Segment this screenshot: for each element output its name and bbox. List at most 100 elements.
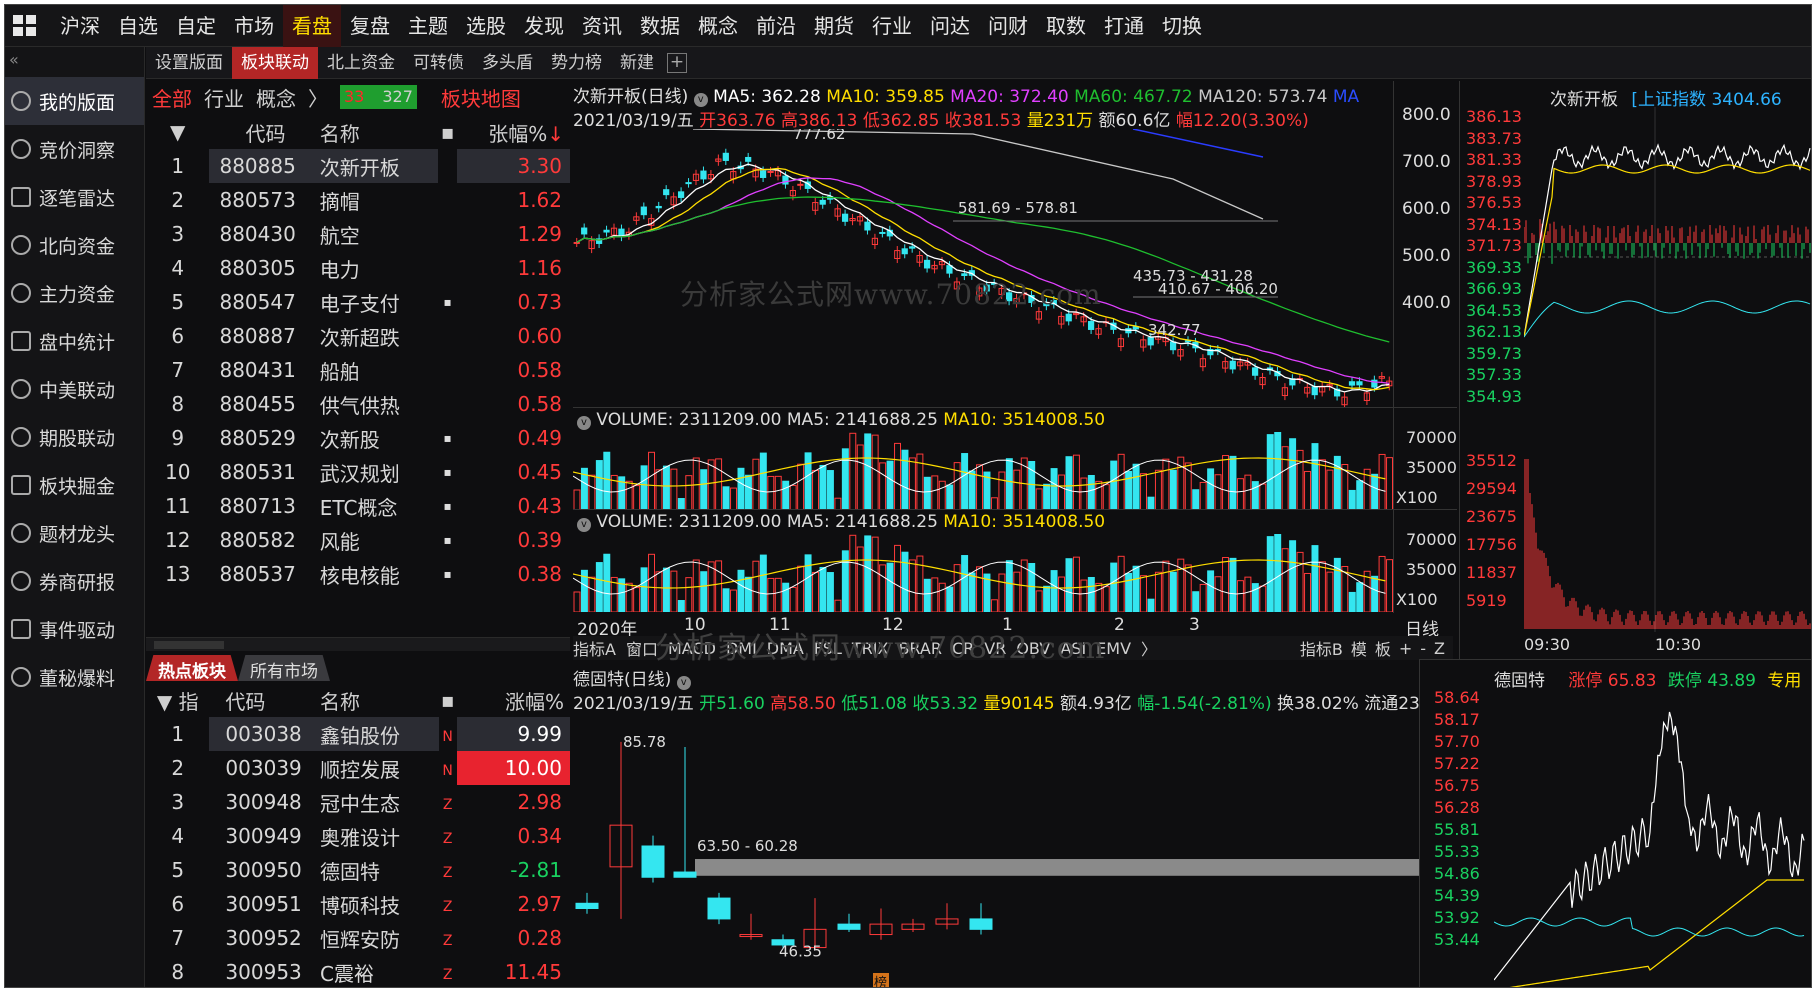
table-row[interactable]: 1 880885 次新开板 3.30	[146, 149, 570, 183]
menu-item-10[interactable]: 数据	[631, 5, 689, 47]
layout-tab-0[interactable]: 设置版面	[146, 47, 232, 79]
sidebar-item-0[interactable]: 我的版面	[5, 77, 144, 125]
sidebar-item-3[interactable]: 北向资金	[5, 221, 144, 269]
sidebar-item-9[interactable]: 题材龙头	[5, 509, 144, 557]
indicator-ctrl-4[interactable]: -	[1420, 639, 1426, 658]
sort-toggle-icon[interactable]: ▼	[146, 115, 209, 149]
col-name[interactable]: 名称	[314, 115, 439, 149]
sector-map-link[interactable]: 板块地图	[435, 83, 527, 112]
chevron-down-icon[interactable]: v	[676, 676, 691, 690]
menu-item-7[interactable]: 选股	[457, 5, 515, 47]
sidebar-item-7[interactable]: 期股联动	[5, 413, 144, 461]
layout-tab-3[interactable]: 可转债	[404, 47, 473, 79]
menu-item-18[interactable]: 打通	[1095, 5, 1153, 47]
menu-item-8[interactable]: 发现	[515, 5, 573, 47]
table-row[interactable]: 9 880529 次新股 ▪ 0.49	[146, 421, 570, 455]
indicator-tab-13[interactable]: 〉	[1141, 636, 1157, 660]
volume-panel-1[interactable]: v VOLUME: 2311209.00 MA5: 2141688.25 MA1…	[573, 407, 1457, 510]
sidebar-item-5[interactable]: 盘中统计	[5, 317, 144, 365]
table-row[interactable]: 4 880305 电力 1.16	[146, 251, 570, 285]
layout-tab-6[interactable]: 新建	[611, 47, 663, 79]
chevron-down-icon[interactable]: v	[693, 93, 708, 107]
sidebar-item-12[interactable]: 董秘爆料	[5, 653, 144, 701]
table-row[interactable]: 5 300950 德固特 Z -2.81	[146, 853, 570, 887]
table-row[interactable]: 11 880713 ETC概念 ▪ 0.43	[146, 489, 570, 523]
menu-item-0[interactable]: 沪深	[51, 5, 109, 47]
collapse-sidebar-button[interactable]: «	[5, 47, 144, 77]
intraday-bottom-panel[interactable]: 德固特 涨停 65.83 跌停 43.89 专用 58.64 58.17 57.70…	[1419, 659, 1812, 988]
menu-item-12[interactable]: 前沿	[747, 5, 805, 47]
filter-concept[interactable]: 概念	[250, 83, 302, 112]
menu-item-14[interactable]: 行业	[863, 5, 921, 47]
col-code[interactable]: 代码	[209, 683, 314, 717]
chevron-down-icon[interactable]: v	[577, 416, 591, 430]
indicator-ctrl-2[interactable]: 板	[1375, 636, 1391, 660]
tab-all-markets[interactable]: 所有市场	[238, 655, 330, 681]
menu-item-5[interactable]: 复盘	[341, 5, 399, 47]
ib-special[interactable]: 专用	[1767, 671, 1801, 691]
intraday-top-chart[interactable]	[1524, 107, 1812, 632]
col-name[interactable]: 名称	[314, 683, 439, 717]
table-row[interactable]: 2 003039 顺控发展 N 10.00	[146, 751, 570, 785]
filter-more-arrow[interactable]: 〉	[302, 83, 334, 112]
menu-item-3[interactable]: 市场	[225, 5, 283, 47]
table-row[interactable]: 2 880573 摘帽 1.62	[146, 183, 570, 217]
layout-tab-5[interactable]: 势力榜	[542, 47, 611, 79]
table-row[interactable]: 6 880887 次新超跌 0.60	[146, 319, 570, 353]
sidebar-item-2[interactable]: 逐笔雷达	[5, 173, 144, 221]
col-code[interactable]: 代码	[209, 115, 313, 149]
menu-item-9[interactable]: 资讯	[573, 5, 631, 47]
filter-all[interactable]: 全部	[146, 83, 198, 112]
menu-item-4[interactable]: 看盘	[283, 5, 341, 47]
indicator-ctrl-1[interactable]: 模	[1351, 636, 1367, 660]
table-row[interactable]: 3 300948 冠中生态 Z 2.98	[146, 785, 570, 819]
menu-item-13[interactable]: 期货	[805, 5, 863, 47]
col-change[interactable]: 张幅%↓	[457, 115, 570, 149]
table-row[interactable]: 7 300952 恒辉安防 Z 0.28	[146, 921, 570, 955]
table-row[interactable]: 12 880582 风能 ▪ 0.39	[146, 523, 570, 557]
menu-item-11[interactable]: 概念	[689, 5, 747, 47]
sidebar-item-11[interactable]: 事件驱动	[5, 605, 144, 653]
layout-tab-4[interactable]: 多头盾	[473, 47, 542, 79]
indicator-tab-1[interactable]: 窗口	[626, 636, 658, 660]
intraday-bottom-chart[interactable]	[1494, 690, 1812, 988]
sidebar-item-1[interactable]: 竞价洞察	[5, 125, 144, 173]
add-tab-button[interactable]: +	[667, 53, 687, 73]
filter-industry[interactable]: 行业	[198, 83, 250, 112]
tab-hot-sectors[interactable]: 热点板块	[146, 655, 238, 681]
menu-item-17[interactable]: 取数	[1037, 5, 1095, 47]
table-row[interactable]: 5 880547 电子支付 ▪ 0.73	[146, 285, 570, 319]
table-row[interactable]: 10 880531 武汉规划 ▪ 0.45	[146, 455, 570, 489]
indicator-ctrl-3[interactable]: +	[1399, 639, 1412, 658]
intraday-top-panel[interactable]: 次新开板 [上证指数 3404.66 386.13 383.73 381.33 378…	[1459, 81, 1812, 659]
menu-item-6[interactable]: 主题	[399, 5, 457, 47]
menu-item-16[interactable]: 问财	[979, 5, 1037, 47]
indicator-ctrl-5[interactable]: Z	[1434, 639, 1445, 658]
chevron-down-icon[interactable]: v	[577, 518, 591, 532]
sidebar-item-8[interactable]: 板块掘金	[5, 461, 144, 509]
table-row[interactable]: 13 880537 核电核能 ▪ 0.38	[146, 557, 570, 591]
kline-top-chart[interactable]: 777.62581.69 - 578.81435.73 - 431.28410.…	[573, 129, 1393, 407]
sidebar-item-10[interactable]: 券商研报	[5, 557, 144, 605]
col-index[interactable]: ▼ 指	[146, 683, 209, 717]
col-change[interactable]: 涨幅%	[457, 683, 570, 717]
table-row[interactable]: 8 880455 供气供热 0.58	[146, 387, 570, 421]
table-row[interactable]: 8 300953 C震裕 Z 11.45	[146, 955, 570, 987]
layout-tab-1[interactable]: 板块联动	[232, 47, 318, 79]
grid-logo-icon[interactable]	[13, 15, 37, 37]
table-row[interactable]: 1 003038 鑫铂股份 N 9.99	[146, 717, 570, 751]
kline-bottom-chart[interactable]: 85.78 63.50 - 60.28 46.35 榜	[573, 711, 1419, 988]
menu-item-2[interactable]: 自定	[167, 5, 225, 47]
table-row[interactable]: 7 880431 船舶 0.58	[146, 353, 570, 387]
menu-item-1[interactable]: 自选	[109, 5, 167, 47]
sector-scrollbar[interactable]	[146, 637, 570, 651]
table-row[interactable]: 3 880430 航空 1.29	[146, 217, 570, 251]
layout-tab-2[interactable]: 北上资金	[318, 47, 404, 79]
table-row[interactable]: 6 300951 博硕科技 Z 2.97	[146, 887, 570, 921]
menu-item-15[interactable]: 问达	[921, 5, 979, 47]
menu-item-19[interactable]: 切换	[1153, 5, 1211, 47]
sidebar-item-6[interactable]: 中美联动	[5, 365, 144, 413]
table-row[interactable]: 4 300949 奥雅设计 Z 0.34	[146, 819, 570, 853]
indicator-tab-0[interactable]: 指标A	[573, 636, 616, 660]
indicator-ctrl-0[interactable]: 指标B	[1300, 636, 1343, 660]
